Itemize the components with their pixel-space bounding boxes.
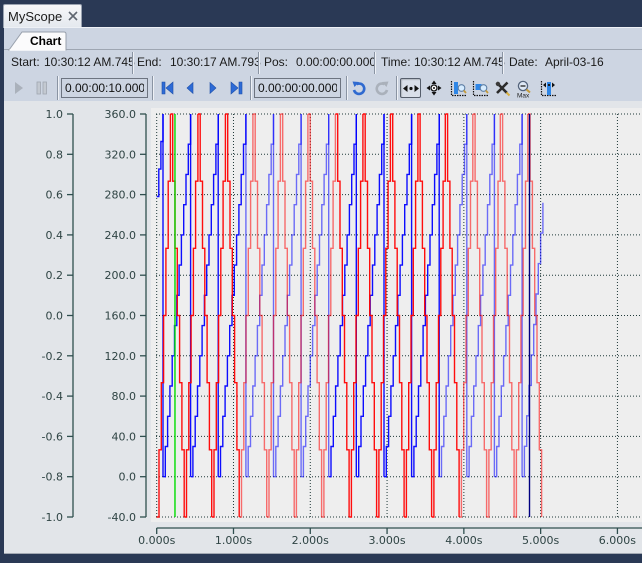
y-tick-label: 0.6 (46, 189, 64, 202)
x-tick-label: 1.000s (215, 534, 252, 547)
y-tick-label: 280.0 (105, 189, 137, 202)
pan-x-icon (403, 85, 419, 92)
zoom-x-icon[interactable] (450, 80, 467, 97)
date-label: Date: (509, 55, 538, 69)
y-tick-label: 240.0 (105, 229, 137, 242)
separator (250, 76, 251, 100)
y-tick-label: -0.8 (42, 471, 63, 484)
start-value: 10:30:12 AM.745 (44, 55, 135, 69)
y-tick-label: -0.4 (42, 390, 63, 403)
y-tick-label: 40.0 (112, 430, 137, 443)
chart-area: 1.0 0.8 0.6 0.4 0.2 0.0 -0.2 -0.4 -0.6 -0.8 -1.0 36… (4, 101, 642, 553)
fit-view-icon[interactable] (540, 80, 557, 97)
zoom-xy-icon[interactable] (472, 80, 489, 97)
end-value: 10:30:17 AM.793 (170, 55, 261, 69)
chart[interactable]: 1.0 0.8 0.6 0.4 0.2 0.0 -0.2 -0.4 -0.6 -0.8 -1.0 36… (4, 101, 642, 553)
close-icon[interactable] (67, 10, 79, 22)
scope-panel: Chart Start: 10:30:12 AM.745 End: 10:30:… (4, 27, 642, 554)
x-tick-label: 2.000s (292, 534, 329, 547)
x-tick-label: 0.000s (138, 534, 175, 547)
separator (152, 76, 153, 100)
pause-icon[interactable] (36, 81, 48, 95)
undo-icon[interactable] (351, 80, 367, 96)
document-tab-title: MyScope (8, 9, 63, 24)
y-tick-label: -1.0 (42, 511, 63, 524)
svg-text:Max: Max (517, 93, 530, 99)
tab-chart-label: Chart (30, 34, 62, 48)
y-tick-label: -0.6 (42, 430, 63, 443)
time-label: Time: (381, 55, 411, 69)
x-tick-label: 3.000s (368, 534, 405, 547)
play-icon[interactable] (14, 81, 24, 95)
y-tick-label: 0.0 (46, 310, 64, 323)
tab-chart[interactable]: Chart (8, 31, 68, 51)
date-value: April-03-16 (545, 55, 604, 69)
pos-value: 0.00:00:00.000 (296, 55, 377, 69)
duration-field[interactable] (61, 78, 148, 98)
x-tick-label: 6.000s (599, 534, 636, 547)
y-tick-label: 1.0 (46, 108, 64, 121)
y-tick-label: -40.0 (108, 511, 136, 524)
y-tick-label: 0.4 (46, 229, 64, 242)
separator (346, 76, 347, 100)
y-tick-label: 80.0 (112, 390, 137, 403)
pan-x-button[interactable] (400, 78, 421, 98)
y-tick-label: 360.0 (105, 108, 137, 121)
end-label: End: (137, 55, 162, 69)
separator (258, 52, 259, 74)
step-forward-icon[interactable] (208, 81, 218, 95)
separator (132, 52, 133, 74)
zoom-max-icon[interactable]: Max (516, 80, 534, 98)
separator (396, 76, 397, 100)
y-tick-label: -0.2 (42, 350, 63, 363)
document-tab-myscope[interactable]: MyScope (3, 4, 82, 28)
step-back-icon[interactable] (185, 81, 195, 95)
y-tick-label: 0.2 (46, 269, 64, 282)
skip-to-start-icon[interactable] (161, 81, 174, 95)
time-value: 10:30:12 AM.745 (414, 55, 505, 69)
separator (502, 52, 503, 74)
x-tick-label: 4.000s (445, 534, 482, 547)
redo-icon[interactable] (374, 80, 390, 96)
x-tick-label: 5.000s (522, 534, 559, 547)
y-tick-label: 0.8 (46, 148, 64, 161)
y-tick-label: 160.0 (105, 310, 137, 323)
separator (374, 52, 375, 74)
y-tick-label: 120.0 (105, 350, 137, 363)
separator (57, 76, 58, 100)
skip-to-end-icon[interactable] (230, 81, 243, 95)
start-label: Start: (11, 55, 40, 69)
y-tick-label: 200.0 (105, 269, 137, 282)
no-zoom-icon[interactable] (494, 80, 511, 97)
y-tick-label: 0.0 (119, 471, 137, 484)
pos-label: Pos: (264, 55, 289, 69)
position-field[interactable] (254, 78, 341, 98)
y-tick-label: 320.0 (105, 148, 137, 161)
move-icon[interactable] (426, 80, 442, 96)
tabstrip-divider (4, 49, 642, 50)
